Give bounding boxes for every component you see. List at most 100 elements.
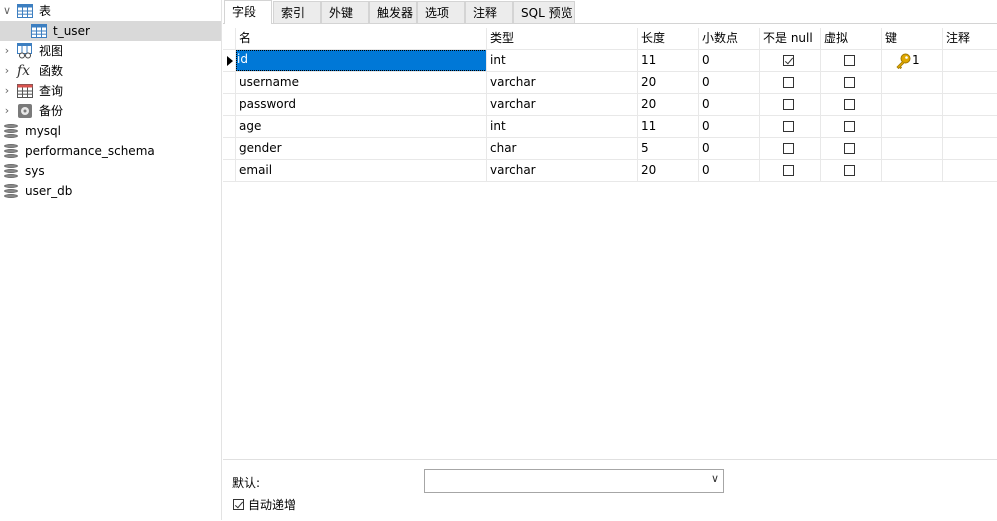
cell-not-null[interactable] [760,116,821,137]
cell-decimals[interactable]: 0 [699,116,760,137]
cell-key[interactable] [882,94,943,115]
tab-sql-preview[interactable]: SQL 预览 [513,1,575,23]
row-header[interactable] [223,160,236,181]
cell-key[interactable] [882,138,943,159]
column-header-name[interactable]: 名 [236,28,487,49]
tab-comment[interactable]: 注释 [465,1,513,23]
tree-node-queries[interactable]: › 查询 [0,81,221,101]
cell-type[interactable]: varchar [487,72,638,93]
virtual-checkbox[interactable] [843,99,855,110]
cell-name[interactable]: email [236,160,487,181]
tree-db-user-db[interactable]: user_db [0,181,221,201]
not-null-checkbox[interactable] [782,165,794,176]
tree-db-sys[interactable]: sys [0,161,221,181]
cell-virtual[interactable] [821,138,882,159]
cell-decimals[interactable]: 0 [699,138,760,159]
cell-comment[interactable] [943,50,997,71]
not-null-checkbox[interactable] [782,99,794,110]
not-null-checkbox[interactable] [782,143,794,154]
cell-not-null[interactable] [760,50,821,71]
cell-virtual[interactable] [821,116,882,137]
cell-decimals[interactable]: 0 [699,72,760,93]
cell-comment[interactable] [943,116,997,137]
tab-indexes[interactable]: 索引 [273,1,321,23]
tab-fields[interactable]: 字段 [224,0,272,24]
tab-foreign-keys[interactable]: 外键 [321,1,369,23]
cell-decimals[interactable]: 0 [699,50,760,71]
cell-comment[interactable] [943,160,997,181]
tree-node-views[interactable]: › 视图 [0,41,221,61]
not-null-checkbox[interactable] [782,55,794,66]
cell-type[interactable]: char [487,138,638,159]
tree-db-mysql[interactable]: mysql [0,121,221,141]
default-value-select[interactable]: ∨ [424,469,724,493]
cell-name[interactable]: password [236,94,487,115]
table-row[interactable]: username varchar 20 0 [223,72,997,94]
chevron-right-icon[interactable]: › [2,81,12,101]
chevron-right-icon[interactable]: › [2,61,12,81]
cell-type[interactable]: int [487,50,638,71]
table-row[interactable]: id int 11 0 1 [223,50,997,72]
column-header-key[interactable]: 键 [882,28,943,49]
selected-cell-editor[interactable]: id [236,50,486,71]
row-header[interactable] [223,138,236,159]
virtual-checkbox[interactable] [843,165,855,176]
cell-type[interactable]: varchar [487,160,638,181]
table-row[interactable]: password varchar 20 0 [223,94,997,116]
cell-key[interactable]: 1 [882,50,943,71]
cell-comment[interactable] [943,138,997,159]
table-row[interactable]: age int 11 0 [223,116,997,138]
cell-comment[interactable] [943,94,997,115]
cell-decimals[interactable]: 0 [699,94,760,115]
row-header[interactable] [223,94,236,115]
table-row[interactable]: gender char 5 0 [223,138,997,160]
virtual-checkbox[interactable] [843,55,855,66]
cell-name[interactable]: age [236,116,487,137]
tree-node-tables[interactable]: ∨ 表 [0,1,221,21]
cell-length[interactable]: 5 [638,138,699,159]
chevron-right-icon[interactable]: › [2,41,12,61]
cell-key[interactable] [882,72,943,93]
cell-virtual[interactable] [821,72,882,93]
cell-not-null[interactable] [760,138,821,159]
row-header[interactable] [223,72,236,93]
tree-db-performance-schema[interactable]: performance_schema [0,141,221,161]
not-null-checkbox[interactable] [782,77,794,88]
cell-key[interactable] [882,160,943,181]
chevron-down-icon[interactable]: ∨ [2,1,12,21]
cell-virtual[interactable] [821,160,882,181]
not-null-checkbox[interactable] [782,121,794,132]
virtual-checkbox[interactable] [843,121,855,132]
row-header[interactable] [223,50,236,71]
tree-item-t-user[interactable]: t_user [0,21,221,41]
cell-length[interactable]: 20 [638,94,699,115]
cell-virtual[interactable] [821,94,882,115]
cell-not-null[interactable] [760,160,821,181]
table-row[interactable]: email varchar 20 0 [223,160,997,182]
cell-type[interactable]: varchar [487,94,638,115]
column-header-virtual[interactable]: 虚拟 [821,28,882,49]
cell-length[interactable]: 11 [638,50,699,71]
column-header-type[interactable]: 类型 [487,28,638,49]
column-header-decimals[interactable]: 小数点 [699,28,760,49]
column-header-length[interactable]: 长度 [638,28,699,49]
tree-node-functions[interactable]: › fx 函数 [0,61,221,81]
cell-not-null[interactable] [760,94,821,115]
cell-name[interactable]: id [236,50,487,71]
virtual-checkbox[interactable] [843,77,855,88]
tree-node-backups[interactable]: › 备份 [0,101,221,121]
cell-decimals[interactable]: 0 [699,160,760,181]
cell-key[interactable] [882,116,943,137]
column-header-comment[interactable]: 注释 [943,28,997,49]
tab-options[interactable]: 选项 [417,1,465,23]
cell-comment[interactable] [943,72,997,93]
cell-name[interactable]: gender [236,138,487,159]
cell-length[interactable]: 11 [638,116,699,137]
column-header-not-null[interactable]: 不是 null [760,28,821,49]
chevron-right-icon[interactable]: › [2,101,12,121]
cell-length[interactable]: 20 [638,72,699,93]
cell-virtual[interactable] [821,50,882,71]
dropdown-arrow-icon[interactable]: ∨ [711,472,719,485]
virtual-checkbox[interactable] [843,143,855,154]
cell-name[interactable]: username [236,72,487,93]
